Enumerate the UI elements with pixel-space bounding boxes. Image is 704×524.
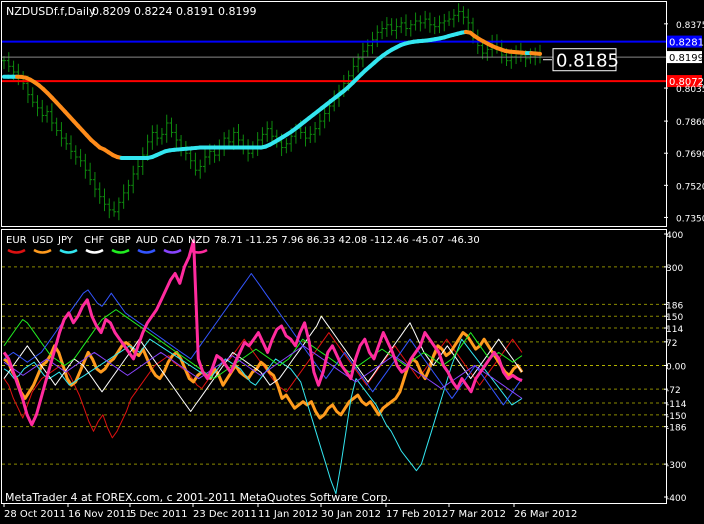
legend-label-chf: CHF [84,235,105,246]
date-label: 23 Dec 2011 [193,509,257,520]
symbol-title: NZDUSDf.f,Daily [6,5,96,18]
legend-swatch-aud [137,248,156,254]
price-tick-label: 0.7860 [676,118,704,128]
axis-labels: 0.82810.80720.81990.83750.80350.78600.76… [3,21,704,520]
legend-label-eur: EUR [6,235,27,246]
legend-swatch-usd [33,248,52,254]
date-label: 17 Feb 2012 [386,509,448,520]
price-tick-label: 0.7690 [676,150,704,160]
legend-label-nzd: NZD [188,235,210,246]
indicator-tick-label: -114 [666,400,687,410]
legend-swatch-cad [163,248,182,254]
legend-label-cad: CAD [162,235,184,246]
price-tick-label: 0.8035 [676,85,704,95]
date-label: 28 Oct 2011 [4,509,66,520]
indicator-tick-label: -300 [666,461,687,471]
indicator-tick-label: 186 [666,301,683,311]
legend-swatch-gbp [111,248,130,254]
legend-values: 78.71 -11.25 7.96 86.33 42.08 -112.46 -4… [214,235,480,246]
date-label: 26 Mar 2012 [514,509,577,520]
indicator-tick-label: 0.00 [666,363,686,373]
resistance-price-label: 0.8281 [669,38,704,49]
legend-label-jpy: JPY [57,235,74,246]
footer-copyright: MetaTrader 4 at FOREX.com, c 2001-2011 M… [5,491,391,504]
indicator-tick-label: 150 [666,313,683,323]
indicator-tick-label: 300 [666,264,683,274]
price-tick-label: 0.8375 [676,21,704,31]
indicator-tick-label: 72 [666,339,677,349]
indicator-tick-label: -400 [666,494,687,504]
indicator-tick-label: -150 [666,412,687,422]
legend-label-aud: AUD [136,235,158,246]
chart-canvas: 0.8185 EUR USD JPY CHF GBP AUD CAD NZD 78.71 -11… [1,1,704,520]
indicator-tick-label: -72 [666,386,681,396]
legend-swatch-chf [85,248,104,254]
indicator-tick-label: 114 [666,325,683,335]
legend-swatch-eur [7,248,26,254]
series-nzd [2,239,523,427]
legend-swatch-nzd [189,248,208,254]
price-tick-label: 0.7350 [676,214,704,224]
date-label: 16 Nov 2011 [68,509,132,520]
legend-label-gbp: GBP [110,235,131,246]
price-panel-frame [1,1,667,227]
current-price-label: 0.8199 [669,53,704,64]
date-label: 7 Mar 2012 [449,509,506,520]
ohlc-values: 0.8209 0.8224 0.8191 0.8199 [92,5,256,18]
date-label: 30 Jan 2012 [321,509,381,520]
indicator-tick-label: 400 [666,231,683,241]
price-label-text: 0.8185 [556,51,619,72]
indicator-tick-label: -186 [666,424,687,434]
price-plot: 0.8185 [2,3,666,221]
date-label: 5 Dec 2011 [130,509,188,520]
indicator-plot: EUR USD JPY CHF GBP AUD CAD NZD 78.71 -11.25 7.9… [2,235,666,495]
legend-swatch-jpy [59,248,78,254]
legend-label-usd: USD [32,235,54,246]
price-tick-label: 0.7520 [676,182,704,192]
date-label: 11 Jan 2012 [258,509,318,520]
